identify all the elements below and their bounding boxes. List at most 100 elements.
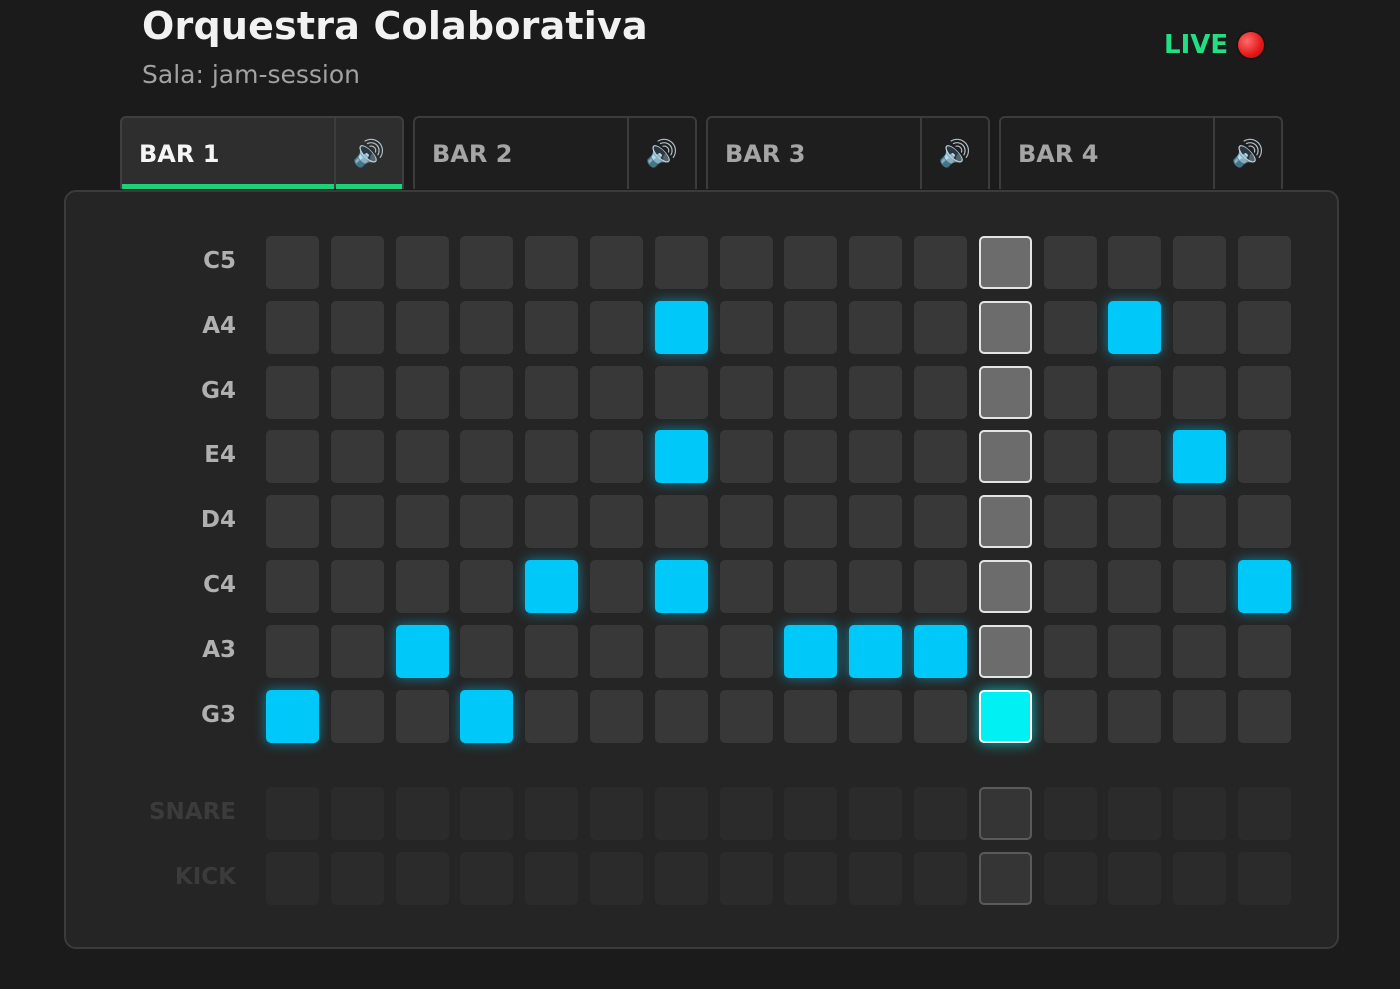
step-cell-a4-12[interactable] xyxy=(979,301,1032,354)
step-cell-c5-1[interactable] xyxy=(266,236,319,289)
step-cell-e4-5[interactable] xyxy=(525,430,578,483)
step-cell-snare-16[interactable] xyxy=(1238,787,1291,840)
step-cell-a4-7[interactable] xyxy=(655,301,708,354)
step-cell-c5-11[interactable] xyxy=(914,236,967,289)
step-cell-e4-1[interactable] xyxy=(266,430,319,483)
step-cell-c4-15[interactable] xyxy=(1173,560,1226,613)
step-cell-d4-11[interactable] xyxy=(914,495,967,548)
step-cell-g3-10[interactable] xyxy=(849,690,902,743)
step-cell-a4-5[interactable] xyxy=(525,301,578,354)
step-cell-g3-6[interactable] xyxy=(590,690,643,743)
step-cell-e4-6[interactable] xyxy=(590,430,643,483)
step-cell-kick-11[interactable] xyxy=(914,852,967,905)
step-cell-g3-8[interactable] xyxy=(720,690,773,743)
step-cell-kick-8[interactable] xyxy=(720,852,773,905)
step-cell-g3-12[interactable] xyxy=(979,690,1032,743)
speaker-icon[interactable]: 🔊 xyxy=(922,118,988,189)
step-cell-kick-16[interactable] xyxy=(1238,852,1291,905)
step-cell-e4-2[interactable] xyxy=(331,430,384,483)
step-cell-g4-9[interactable] xyxy=(784,366,837,419)
step-cell-kick-2[interactable] xyxy=(331,852,384,905)
step-cell-d4-13[interactable] xyxy=(1044,495,1097,548)
step-cell-snare-10[interactable] xyxy=(849,787,902,840)
step-cell-e4-8[interactable] xyxy=(720,430,773,483)
step-cell-e4-12[interactable] xyxy=(979,430,1032,483)
step-cell-a3-5[interactable] xyxy=(525,625,578,678)
step-cell-e4-14[interactable] xyxy=(1108,430,1161,483)
step-cell-g3-15[interactable] xyxy=(1173,690,1226,743)
step-cell-e4-16[interactable] xyxy=(1238,430,1291,483)
step-cell-kick-3[interactable] xyxy=(396,852,449,905)
step-cell-a3-11[interactable] xyxy=(914,625,967,678)
step-cell-a4-2[interactable] xyxy=(331,301,384,354)
step-cell-kick-13[interactable] xyxy=(1044,852,1097,905)
step-cell-c4-11[interactable] xyxy=(914,560,967,613)
step-cell-c4-1[interactable] xyxy=(266,560,319,613)
step-cell-d4-1[interactable] xyxy=(266,495,319,548)
step-cell-c4-6[interactable] xyxy=(590,560,643,613)
step-cell-kick-5[interactable] xyxy=(525,852,578,905)
step-cell-a3-13[interactable] xyxy=(1044,625,1097,678)
step-cell-d4-10[interactable] xyxy=(849,495,902,548)
step-cell-g3-11[interactable] xyxy=(914,690,967,743)
step-cell-g4-3[interactable] xyxy=(396,366,449,419)
step-cell-a4-9[interactable] xyxy=(784,301,837,354)
step-cell-c4-2[interactable] xyxy=(331,560,384,613)
step-cell-a4-1[interactable] xyxy=(266,301,319,354)
step-cell-d4-12[interactable] xyxy=(979,495,1032,548)
step-cell-a3-9[interactable] xyxy=(784,625,837,678)
step-cell-kick-4[interactable] xyxy=(460,852,513,905)
step-cell-d4-9[interactable] xyxy=(784,495,837,548)
step-cell-e4-13[interactable] xyxy=(1044,430,1097,483)
step-cell-snare-2[interactable] xyxy=(331,787,384,840)
step-cell-c5-3[interactable] xyxy=(396,236,449,289)
step-cell-a3-7[interactable] xyxy=(655,625,708,678)
step-cell-snare-5[interactable] xyxy=(525,787,578,840)
step-cell-d4-15[interactable] xyxy=(1173,495,1226,548)
step-cell-g4-13[interactable] xyxy=(1044,366,1097,419)
step-cell-a3-6[interactable] xyxy=(590,625,643,678)
step-cell-c5-15[interactable] xyxy=(1173,236,1226,289)
step-cell-c5-12[interactable] xyxy=(979,236,1032,289)
step-cell-a4-10[interactable] xyxy=(849,301,902,354)
step-cell-g3-1[interactable] xyxy=(266,690,319,743)
step-cell-g4-8[interactable] xyxy=(720,366,773,419)
step-cell-c5-2[interactable] xyxy=(331,236,384,289)
step-cell-d4-7[interactable] xyxy=(655,495,708,548)
step-cell-a3-14[interactable] xyxy=(1108,625,1161,678)
step-cell-kick-9[interactable] xyxy=(784,852,837,905)
tab-bar-3[interactable]: BAR 3 🔊 xyxy=(706,116,990,189)
step-cell-g3-16[interactable] xyxy=(1238,690,1291,743)
step-cell-a3-3[interactable] xyxy=(396,625,449,678)
step-cell-a4-13[interactable] xyxy=(1044,301,1097,354)
step-cell-g4-5[interactable] xyxy=(525,366,578,419)
step-cell-c5-6[interactable] xyxy=(590,236,643,289)
step-cell-a3-15[interactable] xyxy=(1173,625,1226,678)
tab-label[interactable]: BAR 3 xyxy=(708,118,922,189)
step-cell-d4-2[interactable] xyxy=(331,495,384,548)
step-cell-c4-5[interactable] xyxy=(525,560,578,613)
step-cell-e4-15[interactable] xyxy=(1173,430,1226,483)
step-cell-kick-14[interactable] xyxy=(1108,852,1161,905)
step-cell-e4-3[interactable] xyxy=(396,430,449,483)
step-cell-d4-4[interactable] xyxy=(460,495,513,548)
step-cell-c5-16[interactable] xyxy=(1238,236,1291,289)
step-cell-c5-10[interactable] xyxy=(849,236,902,289)
step-cell-a4-15[interactable] xyxy=(1173,301,1226,354)
step-cell-snare-3[interactable] xyxy=(396,787,449,840)
step-cell-snare-7[interactable] xyxy=(655,787,708,840)
step-cell-e4-9[interactable] xyxy=(784,430,837,483)
step-cell-e4-4[interactable] xyxy=(460,430,513,483)
step-cell-c4-9[interactable] xyxy=(784,560,837,613)
step-cell-g4-11[interactable] xyxy=(914,366,967,419)
tab-label[interactable]: BAR 4 xyxy=(1001,118,1215,189)
step-cell-c5-4[interactable] xyxy=(460,236,513,289)
step-cell-snare-13[interactable] xyxy=(1044,787,1097,840)
step-cell-a3-8[interactable] xyxy=(720,625,773,678)
step-cell-c5-7[interactable] xyxy=(655,236,708,289)
step-cell-g4-14[interactable] xyxy=(1108,366,1161,419)
step-cell-c4-4[interactable] xyxy=(460,560,513,613)
step-cell-kick-1[interactable] xyxy=(266,852,319,905)
step-cell-kick-12[interactable] xyxy=(979,852,1032,905)
step-cell-a4-6[interactable] xyxy=(590,301,643,354)
